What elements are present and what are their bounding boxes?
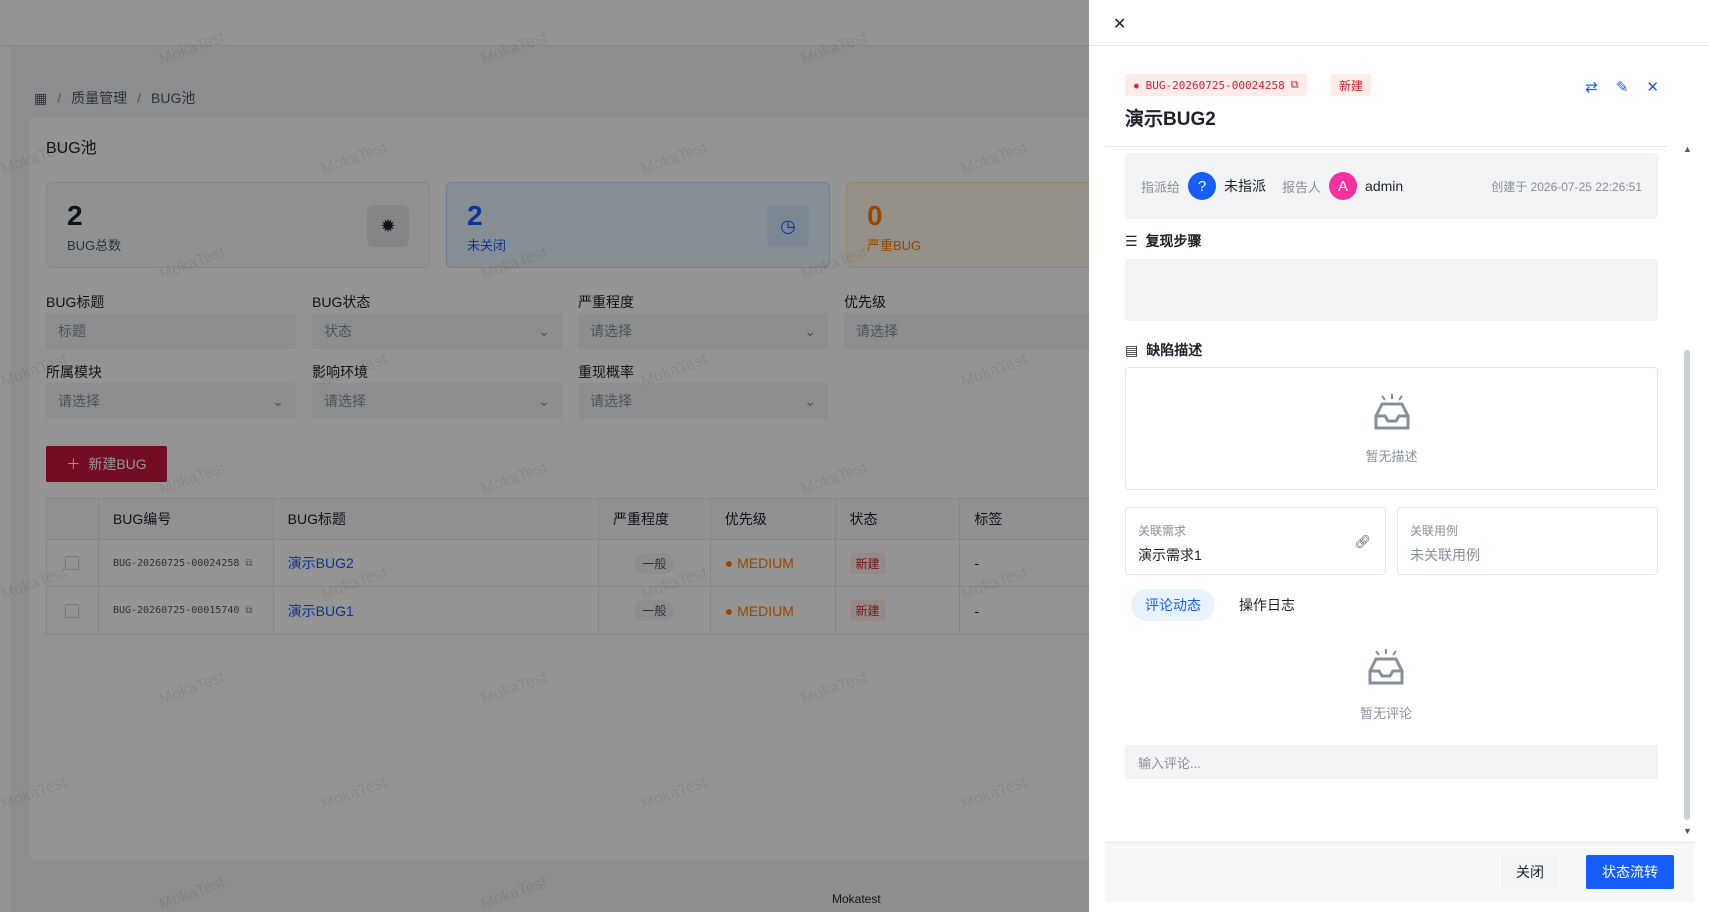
transfer-icon[interactable]: ⇄ (1585, 78, 1598, 96)
desc-heading: ▤ 缺陷描述 (1125, 341, 1203, 359)
created-time: 创建于 2026-07-25 22:26:51 (1491, 179, 1642, 194)
tab-comments[interactable]: 评论动态 (1131, 589, 1215, 621)
reporter-name: admin (1365, 178, 1404, 194)
drawer-footer: 关闭 状态流转 (1105, 842, 1694, 902)
bug-title: 演示BUG2 (1125, 109, 1216, 130)
edit-icon[interactable]: ✎ (1616, 78, 1629, 96)
scroll-down-icon[interactable]: ▼ (1683, 826, 1692, 836)
comments-empty-text: 暂无评论 (1359, 706, 1412, 721)
reporter-label: 报告人 (1282, 179, 1322, 195)
bug-icon: ✹ (1133, 78, 1140, 92)
inbox-icon (1105, 647, 1667, 687)
assign-label: 指派给 (1141, 179, 1181, 195)
drawer-actions: ⇄ ✎ ✕ (1585, 78, 1659, 96)
steps-heading: ☰ 复现步骤 (1125, 232, 1202, 250)
list-icon: ☰ (1125, 232, 1138, 249)
link-icon[interactable]: 🔗︎ (1354, 534, 1371, 550)
inbox-icon (1126, 392, 1657, 432)
linked-case-value: 未关联用例 (1410, 547, 1480, 563)
assignee-name[interactable]: 未指派 (1224, 176, 1266, 196)
steps-content (1125, 259, 1658, 321)
linked-requirement[interactable]: 关联需求 演示需求1 🔗︎ (1125, 507, 1386, 575)
document-icon: ▤ (1125, 341, 1139, 358)
status-badge: 新建 (1331, 74, 1372, 96)
status-flow-button[interactable]: 状态流转 (1586, 855, 1674, 889)
comment-input[interactable]: 输入评论... (1125, 745, 1658, 779)
drawer-body: 指派给 ? 未指派 报告人 A admin 创建于 2026-07-25 22:… (1105, 146, 1667, 840)
bug-id-badge: ✹ BUG-20260725-00024258 ⧉ (1125, 74, 1307, 96)
modal-mask[interactable] (0, 0, 1089, 912)
close-icon[interactable]: ✕ (1113, 14, 1126, 34)
desc-empty-text: 暂无描述 (1365, 449, 1418, 464)
linked-req-label: 关联需求 (1138, 524, 1187, 538)
tab-logs[interactable]: 操作日志 (1225, 589, 1309, 621)
linked-case-label: 关联用例 (1410, 524, 1459, 538)
linked-req-value[interactable]: 演示需求1 (1138, 545, 1373, 565)
close-icon[interactable]: ✕ (1646, 78, 1659, 96)
drawer-topbar: ✕ (1089, 0, 1709, 46)
linked-case[interactable]: 关联用例 未关联用例 (1397, 507, 1658, 575)
activity-tabs: 评论动态 操作日志 (1131, 589, 1309, 621)
copy-icon[interactable]: ⧉ (1291, 78, 1299, 92)
close-button[interactable]: 关闭 (1501, 855, 1559, 889)
drawer-scrollbar[interactable]: ▲ ▼ (1680, 144, 1694, 840)
bug-detail-drawer: ✕ ✹ BUG-20260725-00024258 ⧉ 新建 演示BUG2 ⇄ … (1089, 0, 1709, 912)
assignee-avatar: ? (1188, 172, 1217, 200)
meta-bar: 指派给 ? 未指派 报告人 A admin 创建于 2026-07-25 22:… (1125, 153, 1658, 219)
scrollbar-thumb[interactable] (1684, 350, 1690, 820)
reporter-avatar: A (1329, 172, 1358, 200)
desc-content: 暂无描述 (1125, 367, 1658, 490)
scroll-up-icon[interactable]: ▲ (1683, 144, 1692, 154)
